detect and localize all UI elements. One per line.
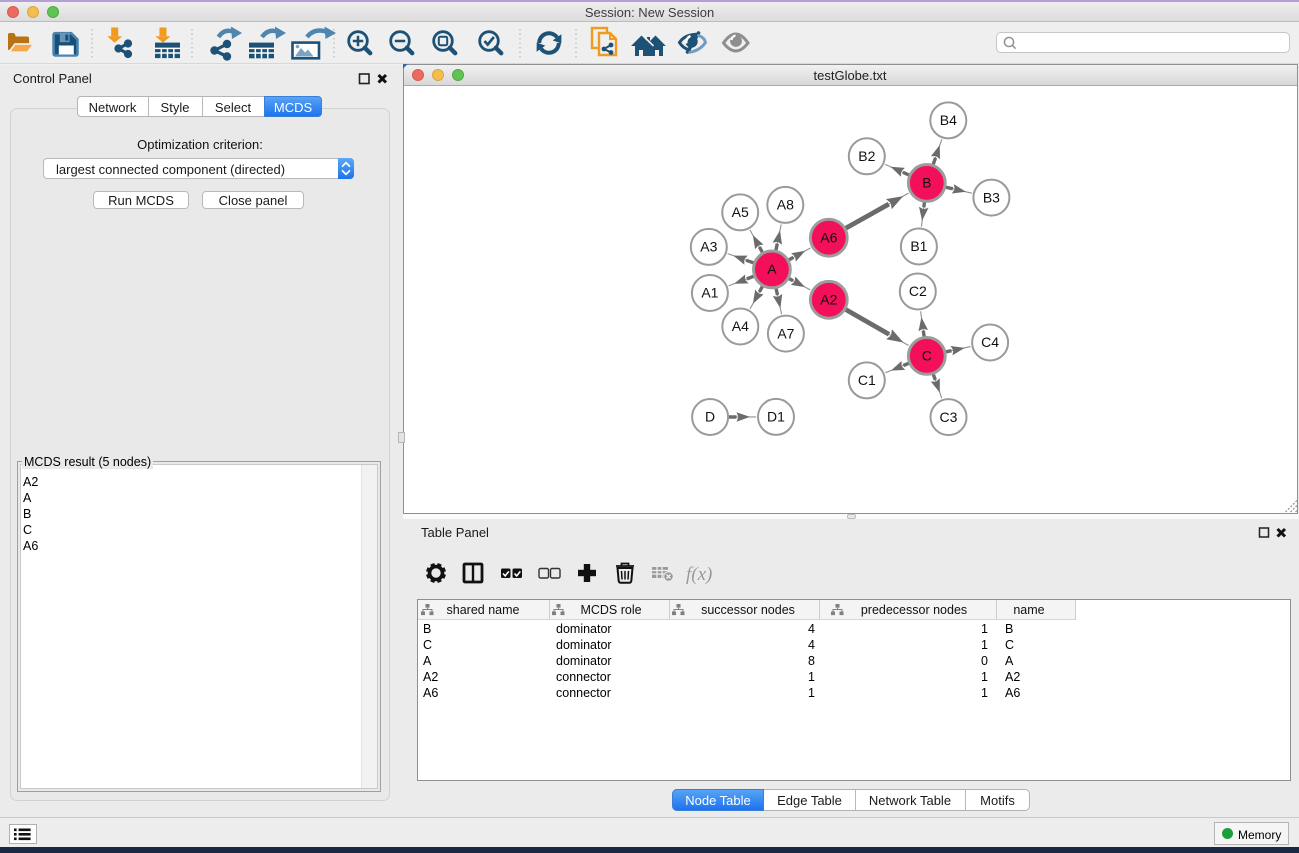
svg-text:C1: C1 bbox=[858, 372, 876, 388]
svg-text:B: B bbox=[922, 175, 931, 191]
svg-text:B1: B1 bbox=[910, 238, 927, 254]
svg-text:C2: C2 bbox=[909, 283, 927, 299]
svg-text:A3: A3 bbox=[700, 239, 717, 255]
svg-text:A7: A7 bbox=[777, 325, 794, 341]
svg-text:B2: B2 bbox=[858, 148, 875, 164]
svg-text:A1: A1 bbox=[701, 285, 718, 301]
svg-text:D: D bbox=[705, 409, 715, 425]
svg-text:C4: C4 bbox=[981, 334, 999, 350]
svg-text:C: C bbox=[922, 348, 932, 364]
svg-text:B4: B4 bbox=[940, 112, 957, 128]
svg-text:A8: A8 bbox=[777, 197, 794, 213]
svg-text:A6: A6 bbox=[820, 229, 837, 245]
svg-text:A2: A2 bbox=[820, 292, 837, 308]
svg-text:f(x): f(x) bbox=[686, 564, 712, 585]
svg-text:A4: A4 bbox=[732, 318, 749, 334]
svg-text:C3: C3 bbox=[940, 409, 958, 425]
svg-text:A5: A5 bbox=[732, 204, 749, 220]
svg-text:B3: B3 bbox=[983, 189, 1000, 205]
svg-text:D1: D1 bbox=[767, 409, 785, 425]
svg-text:A: A bbox=[767, 261, 777, 277]
